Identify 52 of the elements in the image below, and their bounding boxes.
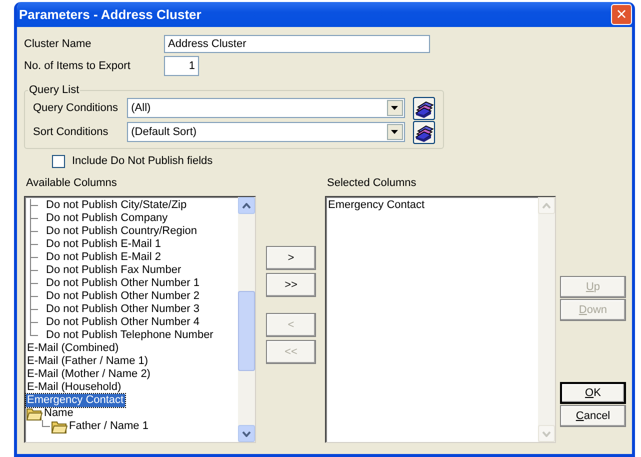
folder-icon [26,406,43,421]
scroll-down-icon [542,430,551,436]
field-label: Query Conditions [33,102,119,114]
list-box[interactable] [24,196,256,443]
list-item[interactable]: Name [43,407,74,420]
checkbox-label: Include Do Not Publish fields [72,154,213,168]
move-button[interactable]: >> [266,273,316,297]
dropdown-arrow-icon [390,129,400,135]
list-item[interactable]: Do not Publish E-Mail 1 [45,238,162,251]
query-button[interactable] [412,96,435,120]
close-button[interactable]: × [611,4,632,25]
field-label: Cluster Name [24,38,92,50]
list-item[interactable]: Do not Publish City/State/Zip [45,199,188,212]
list-item[interactable]: E-Mail (Combined) [26,342,120,355]
list-item[interactable]: Do not Publish E-Mail 2 [45,251,162,264]
field-label: No. of Items to Export [24,60,132,72]
scroll-up-icon [542,202,551,208]
checkbox[interactable] [52,154,65,168]
list-item[interactable]: Father / Name 1 [68,420,150,433]
scroll-down-icon [242,430,251,436]
dialog-button[interactable]: Cancel [560,405,626,427]
list-item[interactable]: E-Mail (Mother / Name 2) [26,368,152,381]
number-field[interactable]: 1 [164,56,199,76]
field-label: Sort Conditions [33,126,110,138]
list-item[interactable]: E-Mail (Father / Name 1) [26,355,150,368]
move-button[interactable]: > [266,246,316,270]
scrollbar[interactable] [538,197,555,442]
dropdown[interactable]: (All) [127,98,405,118]
scrollbar[interactable] [238,197,255,442]
scroll-up-icon [242,202,251,208]
list-item[interactable]: Do not Publish Other Number 3 [45,303,200,316]
query-button[interactable] [412,120,435,144]
column-label: Available Columns [26,177,118,190]
folder-icon [51,419,68,434]
list-box[interactable]: Emergency Contact [325,196,556,443]
list-item[interactable]: Emergency Contact [327,199,426,212]
window-title: Parameters - Address Cluster [19,8,202,21]
dropdown-arrow-icon [390,105,400,111]
column-label: Selected Columns [327,177,418,190]
list-item[interactable]: E-Mail (Household) [26,381,122,394]
list-item[interactable]: Do not Publish Country/Region [45,225,198,238]
list-item[interactable]: Emergency Contact [26,394,125,407]
list-item[interactable]: Do not Publish Telephone Number [45,329,214,342]
text-field[interactable]: Address Cluster [164,35,430,53]
list-item[interactable]: Do not Publish Other Number 4 [45,316,200,329]
list-item[interactable]: Do not Publish Company [45,212,169,225]
dropdown[interactable]: (Default Sort) [127,122,405,142]
list-item[interactable]: Do not Publish Other Number 2 [45,290,200,303]
list-item[interactable]: Do not Publish Other Number 1 [45,277,200,290]
dialog-button[interactable]: OK [560,382,626,404]
list-item[interactable]: Do not Publish Fax Number [45,264,182,277]
group-title: Query List [28,84,80,96]
